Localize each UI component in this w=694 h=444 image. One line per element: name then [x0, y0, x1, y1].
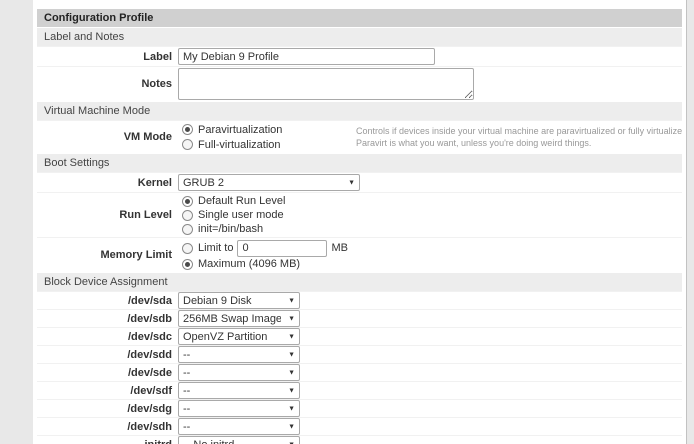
block-device-row-sdh: /dev/sdh -- ▼	[37, 417, 682, 435]
label-field-label: Label	[37, 51, 178, 63]
memory-limit-input[interactable]	[237, 240, 327, 257]
initrd-row: initrd -- No initrd -- ▼	[37, 435, 682, 444]
notes-textarea[interactable]	[178, 68, 474, 100]
run-level-radio-group: Default Run Level Single user mode init=…	[178, 194, 285, 236]
full-virtualization-label: Full-virtualization	[198, 139, 281, 151]
dev-sdb-label: /dev/sdb	[37, 313, 178, 325]
limit-to-option[interactable]: Limit to MB	[182, 239, 348, 257]
section-header-label-and-notes: Label and Notes	[37, 28, 682, 46]
default-run-level-radio[interactable]	[182, 196, 193, 207]
dev-sdf-select[interactable]: --	[178, 382, 300, 399]
full-virtualization-radio[interactable]	[182, 139, 193, 150]
vm-mode-help-line-2: Paravirt is what you want, unless you're…	[356, 137, 682, 149]
dev-sdd-select[interactable]: --	[178, 346, 300, 363]
paravirtualization-option[interactable]: Paravirtualization	[182, 122, 356, 137]
block-device-row-sda: /dev/sda Debian 9 Disk ▼	[37, 291, 682, 309]
single-user-mode-label: Single user mode	[198, 209, 284, 221]
dev-sdc-select[interactable]: OpenVZ Partition	[178, 328, 300, 345]
vm-mode-help-text: Controls if devices inside your virtual …	[356, 125, 682, 149]
memory-limit-row: Memory Limit Limit to MB Maximum (4096 M…	[37, 237, 682, 272]
notes-row: Notes	[37, 66, 682, 101]
dev-sdc-label: /dev/sdc	[37, 331, 178, 343]
page-title: Configuration Profile	[37, 9, 682, 27]
label-input[interactable]	[178, 48, 435, 65]
limit-to-label: Limit to	[198, 242, 233, 254]
dev-sdd-label: /dev/sdd	[37, 349, 178, 361]
initrd-label: initrd	[37, 439, 178, 444]
full-virtualization-option[interactable]: Full-virtualization	[182, 137, 356, 152]
block-device-row-sde: /dev/sde -- ▼	[37, 363, 682, 381]
dev-sde-select[interactable]: --	[178, 364, 300, 381]
init-bin-bash-radio[interactable]	[182, 224, 193, 235]
label-row: Label	[37, 46, 682, 66]
dev-sdg-select[interactable]: --	[178, 400, 300, 417]
single-user-mode-radio[interactable]	[182, 210, 193, 221]
block-device-row-sdf: /dev/sdf -- ▼	[37, 381, 682, 399]
paravirtualization-label: Paravirtualization	[198, 124, 282, 136]
vm-mode-label: VM Mode	[37, 131, 178, 143]
section-header-block-device-assignment: Block Device Assignment	[37, 273, 682, 291]
kernel-row: Kernel GRUB 2 ▼	[37, 172, 682, 192]
section-header-boot-settings: Boot Settings	[37, 154, 682, 172]
dev-sda-label: /dev/sda	[37, 295, 178, 307]
block-device-row-sdd: /dev/sdd -- ▼	[37, 345, 682, 363]
dev-sde-label: /dev/sde	[37, 367, 178, 379]
vm-mode-row: VM Mode Paravirtualization Full-virtuali…	[37, 120, 682, 153]
default-run-level-label: Default Run Level	[198, 195, 285, 207]
run-level-row: Run Level Default Run Level Single user …	[37, 192, 682, 237]
block-device-row-sdc: /dev/sdc OpenVZ Partition ▼	[37, 327, 682, 345]
dev-sdb-select[interactable]: 256MB Swap Image	[178, 310, 300, 327]
block-device-row-sdg: /dev/sdg -- ▼	[37, 399, 682, 417]
vm-mode-help-line-1: Controls if devices inside your virtual …	[356, 125, 682, 137]
dev-sdh-select[interactable]: --	[178, 418, 300, 435]
page-background: Configuration Profile Label and Notes La…	[0, 0, 694, 444]
section-header-virtual-machine-mode: Virtual Machine Mode	[37, 102, 682, 120]
run-level-label: Run Level	[37, 209, 178, 221]
kernel-select[interactable]: GRUB 2	[178, 174, 360, 191]
memory-limit-radio-group: Limit to MB Maximum (4096 MB)	[178, 239, 348, 271]
mb-unit-label: MB	[331, 242, 348, 254]
vm-mode-radio-group: Paravirtualization Full-virtualization	[178, 122, 356, 152]
dev-sdh-label: /dev/sdh	[37, 421, 178, 433]
dev-sdg-label: /dev/sdg	[37, 403, 178, 415]
kernel-label: Kernel	[37, 177, 178, 189]
default-run-level-option[interactable]: Default Run Level	[182, 194, 285, 208]
init-bin-bash-option[interactable]: init=/bin/bash	[182, 222, 285, 236]
memory-limit-label: Memory Limit	[37, 249, 178, 261]
init-bin-bash-label: init=/bin/bash	[198, 223, 263, 235]
maximum-memory-label: Maximum (4096 MB)	[198, 258, 300, 270]
notes-label: Notes	[37, 78, 178, 90]
limit-to-radio[interactable]	[182, 243, 193, 254]
initrd-select[interactable]: -- No initrd --	[178, 436, 300, 444]
dev-sda-select[interactable]: Debian 9 Disk	[178, 292, 300, 309]
configuration-profile-panel: Configuration Profile Label and Notes La…	[33, 0, 687, 444]
maximum-memory-radio[interactable]	[182, 259, 193, 270]
block-device-row-sdb: /dev/sdb 256MB Swap Image ▼	[37, 309, 682, 327]
maximum-memory-option[interactable]: Maximum (4096 MB)	[182, 257, 348, 271]
dev-sdf-label: /dev/sdf	[37, 385, 178, 397]
single-user-mode-option[interactable]: Single user mode	[182, 208, 285, 222]
paravirtualization-radio[interactable]	[182, 124, 193, 135]
